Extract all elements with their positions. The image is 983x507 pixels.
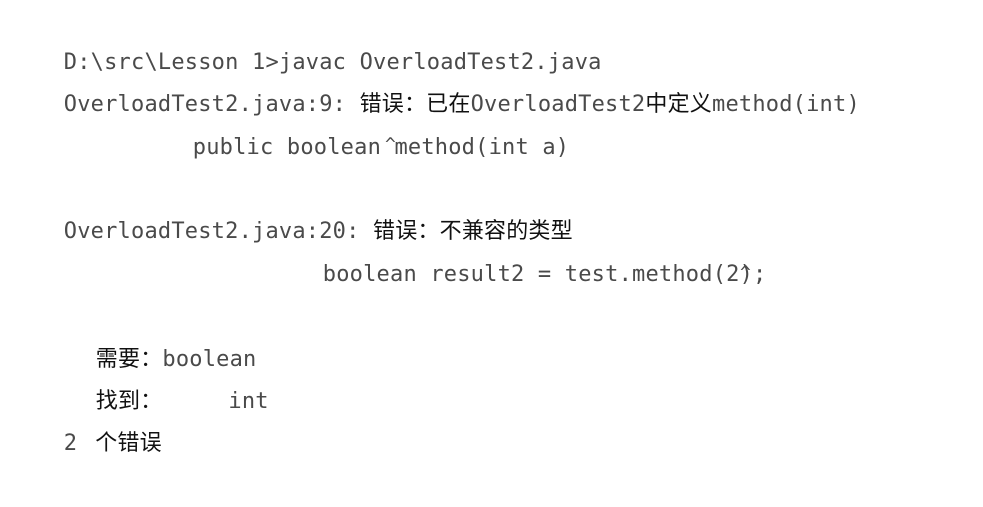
error1-code-line: public boolean method(int a): [139, 85, 569, 160]
error2-found-value: int: [228, 389, 269, 414]
error1-caret: ^: [385, 134, 396, 155]
prompt-command-line: D:\src\Lesson 1>javac OverloadTest2.java: [10, 0, 602, 75]
error2-required-line: 需要：boolean: [42, 297, 257, 372]
error-summary-text: 个错误: [95, 431, 162, 456]
error-count: 2: [63, 431, 78, 456]
error2-code-line: boolean result2 = test.method(2);: [269, 212, 767, 287]
error2-header-line: OverloadTest2.java:20: 错误：不兼容的类型: [10, 169, 573, 244]
error1-message-method: method(int): [712, 92, 860, 117]
error1-code-text: public boolean method(int a): [192, 135, 570, 160]
error-summary-line: 2 个错误: [10, 381, 162, 456]
error2-found-line: 找到： int: [42, 339, 269, 414]
error2-caret: ^: [740, 262, 751, 283]
error2-code-text: boolean result2 = test.method(2);: [322, 262, 767, 287]
terminal-output: D:\src\Lesson 1>javac OverloadTest2.java…: [0, 0, 983, 456]
error1-message-mid: 中定义: [645, 92, 712, 117]
error1-header-line: OverloadTest2.java:9: 错误：已在OverloadTest2…: [10, 42, 860, 117]
